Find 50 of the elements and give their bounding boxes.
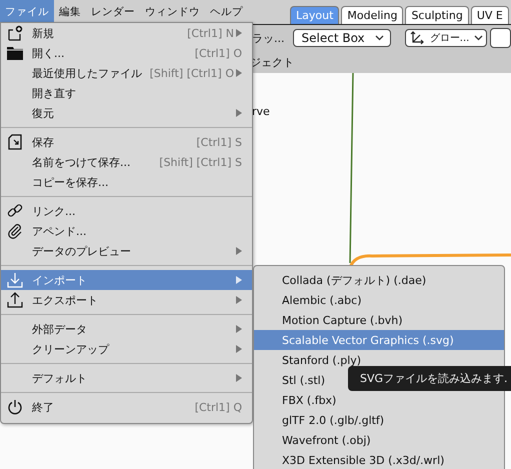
- save-icon: [7, 134, 23, 150]
- toolbar-label: ラッ...: [252, 30, 286, 46]
- menu-item[interactable]: インポート: [1, 270, 252, 290]
- menu-item[interactable]: 終了 [Ctrl1] Q: [1, 397, 252, 417]
- menu-item[interactable]: リンク...: [1, 201, 252, 221]
- menu-item[interactable]: glTF 2.0 (.glb/.gltf): [254, 410, 504, 430]
- menu-item[interactable]: 外部データ: [1, 319, 252, 339]
- menu-item[interactable]: Collada (デフォルト) (.dae): [254, 270, 504, 290]
- menu-item[interactable]: デフォルト: [1, 368, 252, 388]
- power-icon: [7, 399, 23, 415]
- folder-icon: [7, 46, 23, 60]
- menu-item[interactable]: 名前をつけて保存... [Shift] [Ctrl1] S: [1, 152, 252, 172]
- import-icon: [7, 272, 23, 288]
- menu-title[interactable]: 編集: [54, 0, 86, 24]
- menu-item[interactable]: データのプレビュー: [1, 241, 252, 261]
- menu-item[interactable]: Scalable Vector Graphics (.svg): [254, 330, 504, 350]
- toolbar-button[interactable]: [490, 28, 511, 48]
- menu-item[interactable]: X3D Extensible 3D (.x3d/.wrl): [254, 450, 504, 469]
- paperclip-icon: [7, 223, 23, 239]
- menu-title[interactable]: ウィンドウ: [140, 0, 205, 24]
- menu-item[interactable]: 新規 [Ctrl1] N: [1, 23, 252, 43]
- workspace-tab[interactable]: Modeling: [341, 6, 404, 24]
- workspace-tab[interactable]: UV E: [470, 6, 509, 24]
- menu-item[interactable]: コピーを保存...: [1, 172, 252, 192]
- menu-item[interactable]: エクスポート: [1, 290, 252, 310]
- orientation-dropdown[interactable]: グロー...: [405, 29, 487, 47]
- menu-item[interactable]: Wavefront (.obj): [254, 430, 504, 450]
- menu-item[interactable]: 復元: [1, 103, 252, 123]
- menu-title[interactable]: ヘルプ: [205, 0, 248, 24]
- menu-item[interactable]: アペンド...: [1, 221, 252, 241]
- chevron-icon: [474, 35, 483, 41]
- export-icon: [7, 292, 23, 308]
- select-mode-dropdown[interactable]: Select Box: [292, 29, 392, 47]
- menu-item[interactable]: 保存 [Ctrl1] S: [1, 132, 252, 152]
- chevron-icon: [375, 35, 384, 41]
- menu-item[interactable]: FBX (.fbx): [254, 390, 504, 410]
- new-file-icon: [7, 25, 23, 41]
- menu-item[interactable]: Alembic (.abc): [254, 290, 504, 310]
- menu-title[interactable]: ファイル: [0, 0, 54, 24]
- menu-item[interactable]: 最近使用したファイル [Shift] [Ctrl1] O: [1, 63, 252, 83]
- link-icon: [7, 203, 23, 219]
- menu-item[interactable]: クリーンアップ: [1, 339, 252, 359]
- menu-title[interactable]: レンダー: [86, 0, 140, 24]
- axes-icon: [409, 30, 426, 46]
- menu-item[interactable]: 開き直す: [1, 83, 252, 103]
- menu-item[interactable]: Motion Capture (.bvh): [254, 310, 504, 330]
- workspace-tab[interactable]: Sculpting: [405, 6, 469, 24]
- tooltip: SVGファイルを読み込みます.: [348, 366, 511, 391]
- viewport-label: rve: [252, 105, 270, 118]
- menu-item[interactable]: 開く... [Ctrl1] O: [1, 43, 252, 63]
